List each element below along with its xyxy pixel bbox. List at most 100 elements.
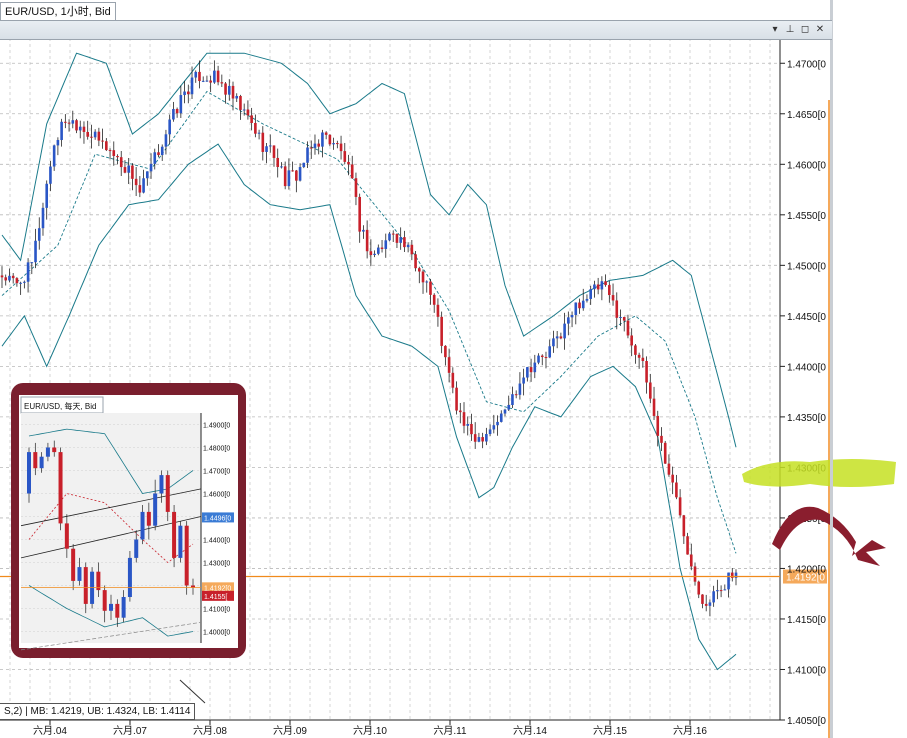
inset-candle-body — [90, 571, 95, 604]
candle-body — [663, 442, 667, 464]
inset-candle-body — [77, 567, 82, 581]
candle-body — [622, 317, 626, 321]
candle-body — [60, 121, 63, 141]
candle-body — [131, 165, 134, 179]
candle-body — [56, 140, 60, 146]
inset-candle-body — [153, 493, 158, 526]
candle-body — [172, 108, 175, 120]
candle-body — [164, 134, 168, 147]
inset-candle-body — [39, 456, 44, 469]
candle-body — [417, 268, 421, 272]
candle-body — [399, 237, 402, 243]
candle-body — [93, 131, 97, 138]
candle-body — [123, 167, 127, 173]
candle-body — [581, 300, 585, 309]
candle-body — [488, 429, 492, 435]
candle-body — [395, 234, 399, 243]
inset-candle-body — [58, 452, 63, 524]
y-tick-label: 1.4100[0 — [787, 665, 826, 676]
inset-candle-body — [27, 452, 31, 494]
candle-body — [205, 80, 209, 82]
inset-candle-body — [121, 597, 126, 618]
candle-body — [213, 70, 216, 83]
candle-body — [160, 146, 164, 156]
inset-y-tick-label: 1.4900[0 — [203, 423, 230, 430]
inset-y-tick-label: 1.4400[0 — [203, 538, 230, 545]
candle-body — [336, 143, 339, 145]
candle-body — [291, 170, 294, 172]
x-tick-label: 六月.16 — [673, 725, 707, 737]
candle-body — [477, 437, 481, 442]
inset-tab-title: EUR/USD, 每天, Bid — [24, 401, 96, 411]
candle-body — [78, 126, 82, 131]
inset-candle-body — [45, 447, 50, 457]
candle-body — [71, 120, 75, 124]
candle-body — [134, 178, 138, 186]
candle-body — [507, 405, 511, 410]
candle-body — [34, 240, 37, 263]
y-tick-label: 1.4650[0 — [787, 110, 826, 121]
chart-tab[interactable]: EUR/USD, 1小时, Bid — [0, 2, 116, 21]
inset-candle-body — [71, 548, 76, 581]
candle-body — [49, 166, 52, 184]
candle-body — [444, 345, 447, 358]
pin-icon[interactable]: ⊥ — [784, 21, 796, 39]
candle-body — [358, 196, 361, 232]
candle-body — [410, 244, 414, 255]
candle-body — [201, 80, 205, 82]
restore-icon[interactable]: ◻ — [799, 21, 811, 39]
inset-y-tick-label: 1.4000[0 — [203, 630, 230, 637]
candle-body — [559, 336, 563, 339]
menu-dropdown-icon[interactable]: ▾ — [769, 21, 781, 39]
candle-body — [432, 294, 436, 305]
candle-body — [242, 109, 246, 111]
candle-body — [526, 367, 529, 378]
inset-candle-body — [52, 447, 57, 453]
candle-body — [317, 143, 321, 147]
candle-body — [723, 589, 727, 591]
candle-body — [574, 302, 578, 316]
y-tick-label: 1.4050[0 — [787, 716, 826, 727]
candle-body — [321, 132, 324, 147]
candle-body — [414, 254, 417, 269]
candle-body — [492, 425, 496, 430]
y-tick-label: 1.4200[0 — [787, 564, 826, 575]
candle-body — [470, 424, 473, 435]
candle-body — [671, 474, 674, 483]
candle-body — [0, 275, 4, 278]
candle-body — [339, 143, 343, 152]
candle-body — [391, 233, 395, 235]
candle-body — [265, 146, 268, 152]
candle-body — [354, 178, 358, 197]
candle-body — [511, 394, 514, 406]
candle-body — [179, 95, 183, 114]
x-tick-label: 六月.07 — [113, 725, 147, 737]
candle-body — [142, 178, 145, 193]
candle-body — [324, 132, 328, 135]
candle-body — [268, 145, 272, 147]
candle-body — [116, 155, 119, 158]
candle-body — [649, 382, 652, 399]
candle-body — [306, 147, 309, 163]
candle-body — [719, 590, 723, 592]
candle-body — [313, 143, 317, 148]
candle-body — [593, 284, 596, 290]
candle-body — [548, 346, 552, 358]
inset-candle-body — [83, 567, 88, 604]
candle-body — [86, 131, 89, 137]
candle-body — [388, 233, 391, 241]
candle-body — [362, 229, 365, 232]
candle-body — [637, 354, 641, 358]
candle-body — [660, 435, 663, 443]
inset-y-tick-label: 1.4800[0 — [203, 446, 230, 453]
y-tick-label: 1.4450[0 — [787, 312, 826, 323]
candle-body — [153, 152, 157, 164]
candle-body — [503, 409, 507, 414]
candle-body — [619, 317, 622, 319]
close-icon[interactable]: ✕ — [814, 21, 826, 39]
candle-body — [604, 281, 607, 286]
candle-body — [298, 167, 302, 181]
inset-candle-body — [134, 539, 139, 558]
candle-body — [41, 207, 45, 229]
candle-body — [108, 150, 112, 152]
